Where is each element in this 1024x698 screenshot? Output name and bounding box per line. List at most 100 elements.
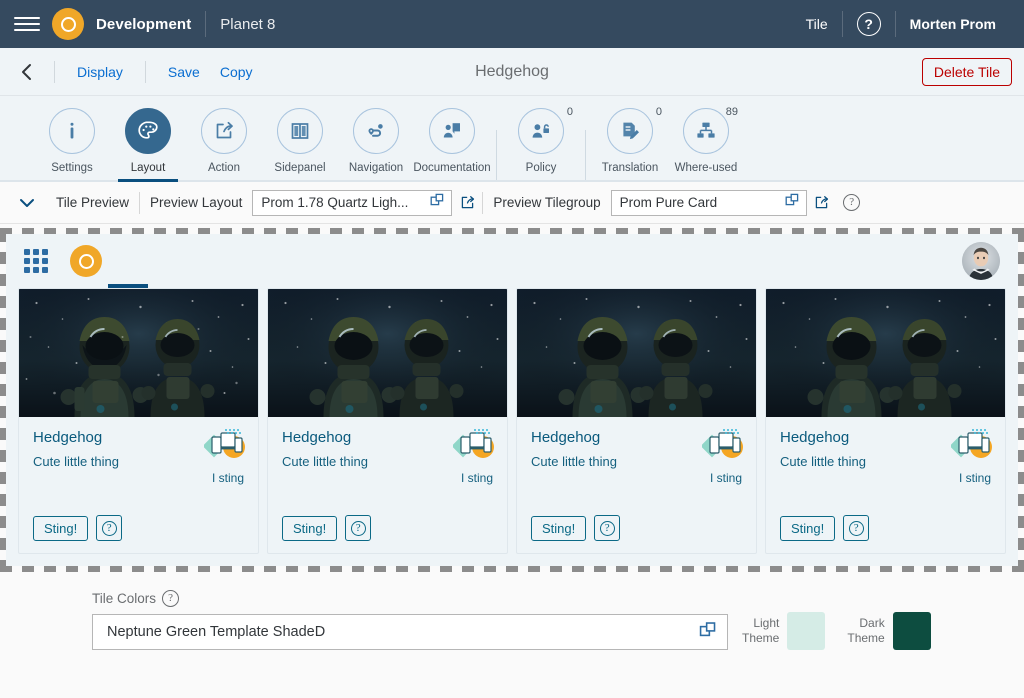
preview-tilegroup-input[interactable]: Prom Pure Card: [610, 189, 807, 216]
shell-divider: [205, 11, 207, 37]
share-action-icon: [201, 108, 247, 154]
shell-item-tile[interactable]: Tile: [792, 16, 842, 32]
sting-button[interactable]: Sting!: [780, 515, 836, 541]
tile-preview-toolbar: Tile Preview Preview Layout Prom 1.78 Qu…: [0, 182, 1024, 224]
tab-sidepanel[interactable]: Sidepanel: [262, 108, 338, 180]
tile-colors-value: Neptune Green Template ShadeD: [107, 624, 326, 640]
value-help-icon[interactable]: [785, 193, 800, 213]
preview-layout-label: Preview Layout: [150, 195, 243, 210]
dark-theme-label: Dark Theme: [847, 616, 884, 646]
tile-card[interactable]: Hedgehog Cute little thing I sting Sting…: [18, 288, 259, 554]
tab-label: Translation: [601, 162, 659, 174]
dark-theme-label-line2: Theme: [847, 631, 885, 645]
tab-translation[interactable]: 0 Translation: [592, 106, 668, 180]
tile-colors-input[interactable]: Neptune Green Template ShadeD: [92, 614, 728, 650]
tile-body: Hedgehog Cute little thing I sting: [766, 417, 1005, 515]
tile-body: Hedgehog Cute little thing I sting: [268, 417, 507, 515]
tab-label: Action: [208, 162, 240, 174]
sting-button[interactable]: Sting!: [33, 515, 89, 541]
tile-help-button[interactable]: ?: [96, 515, 123, 541]
help-icon: ?: [101, 520, 117, 536]
help-icon: ?: [350, 520, 366, 536]
tile-actions: Sting! ?: [766, 515, 1005, 553]
translation-badge: 0: [655, 106, 662, 118]
tile-help-button[interactable]: ?: [843, 515, 870, 541]
neptune-logo-icon[interactable]: [52, 8, 84, 40]
tile-card[interactable]: Hedgehog Cute little thing I sting Sting…: [267, 288, 508, 554]
shell-title: Development: [96, 15, 192, 33]
back-arrow-icon[interactable]: [12, 57, 42, 87]
dark-theme-swatch[interactable]: [892, 612, 931, 650]
active-tilegroup-indicator: [108, 284, 148, 288]
tab-label: Settings: [51, 162, 93, 174]
preview-tilegroup-open-icon[interactable]: [807, 189, 837, 217]
multi-device-icon: [700, 427, 744, 461]
tab-navigation[interactable]: Navigation: [338, 108, 414, 180]
page-title: Hedgehog: [475, 62, 549, 80]
header-divider: [54, 60, 55, 83]
preview-tilegroup-value: Prom Pure Card: [619, 195, 718, 210]
multi-device-icon: [451, 427, 495, 461]
tab-where-used[interactable]: 89 Where-used: [668, 106, 744, 180]
preview-layout-open-icon[interactable]: [452, 189, 482, 217]
tab-divider: [496, 130, 497, 180]
tile-image: [766, 289, 1005, 417]
display-link[interactable]: Display: [67, 64, 133, 80]
avatar[interactable]: [962, 242, 1000, 280]
tile-colors-section: Tile Colors ? Neptune Green Template Sha…: [0, 572, 1024, 650]
neptune-logo-icon[interactable]: [70, 245, 102, 277]
tab-settings[interactable]: Settings: [34, 108, 110, 180]
tab-label: Navigation: [348, 162, 404, 174]
shell-subtitle: Planet 8: [220, 15, 276, 33]
tile-help-button[interactable]: ?: [345, 515, 372, 541]
preview-tilegroup-label: Preview Tilegroup: [493, 195, 601, 210]
hamburger-menu-icon[interactable]: [14, 11, 40, 37]
policy-badge: 0: [566, 106, 573, 118]
delete-tile-button[interactable]: Delete Tile: [921, 57, 1012, 86]
tab-label: Policy: [525, 162, 557, 174]
help-button[interactable]: ?: [843, 12, 895, 36]
multi-device-icon: [202, 427, 246, 461]
user-menu[interactable]: Morten Prom: [896, 16, 1010, 32]
header-divider-2: [144, 60, 146, 83]
tab-label: Documentation: [413, 162, 491, 174]
tab-layout[interactable]: Layout: [110, 108, 186, 182]
tile-list: Hedgehog Cute little thing I sting Sting…: [6, 288, 1018, 566]
tab-policy[interactable]: 0 Policy: [503, 106, 579, 180]
shell-bar: Development Planet 8 Tile ? Morten Prom: [0, 0, 1024, 48]
tile-actions: Sting! ?: [268, 515, 507, 553]
light-theme-label-line1: Light: [753, 616, 780, 630]
policy-lock-icon: [518, 108, 564, 154]
tile-card[interactable]: Hedgehog Cute little thing I sting Sting…: [765, 288, 1006, 554]
preview-layout-input[interactable]: Prom 1.78 Quartz Ligh...: [252, 189, 453, 216]
multi-device-icon: [949, 427, 993, 461]
tile-image: [268, 289, 507, 417]
tile-card[interactable]: Hedgehog Cute little thing I sting Sting…: [516, 288, 757, 554]
sidepanel-icon: [277, 108, 323, 154]
sting-button[interactable]: Sting!: [282, 515, 338, 541]
value-help-icon[interactable]: [699, 621, 717, 644]
tile-help-button[interactable]: ?: [594, 515, 621, 541]
value-help-icon[interactable]: [430, 193, 445, 213]
documentation-icon: [429, 108, 475, 154]
theme-swatches: Light Theme Dark Theme: [742, 590, 931, 650]
light-theme-swatch[interactable]: [787, 612, 826, 650]
tab-documentation[interactable]: Documentation: [413, 108, 491, 180]
where-used-badge: 89: [725, 106, 738, 118]
tab-label: Where-used: [674, 162, 738, 174]
tile-body: Hedgehog Cute little thing I sting: [517, 417, 756, 515]
help-icon[interactable]: ?: [162, 590, 180, 607]
where-used-tree-icon: [683, 108, 729, 154]
preview-help-button[interactable]: ?: [837, 189, 867, 217]
chevron-down-icon[interactable]: [14, 190, 40, 216]
tile-preview-canvas: Hedgehog Cute little thing I sting Sting…: [0, 228, 1024, 572]
tile-image: [19, 289, 258, 417]
preview-app: Hedgehog Cute little thing I sting Sting…: [6, 234, 1018, 566]
app-grid-icon[interactable]: [24, 249, 48, 273]
tab-action[interactable]: Action: [186, 108, 262, 180]
copy-link[interactable]: Copy: [210, 64, 263, 80]
translation-edit-icon: [607, 108, 653, 154]
sting-button[interactable]: Sting!: [531, 515, 587, 541]
save-link[interactable]: Save: [158, 64, 210, 80]
light-theme-label: Light Theme: [742, 616, 779, 646]
